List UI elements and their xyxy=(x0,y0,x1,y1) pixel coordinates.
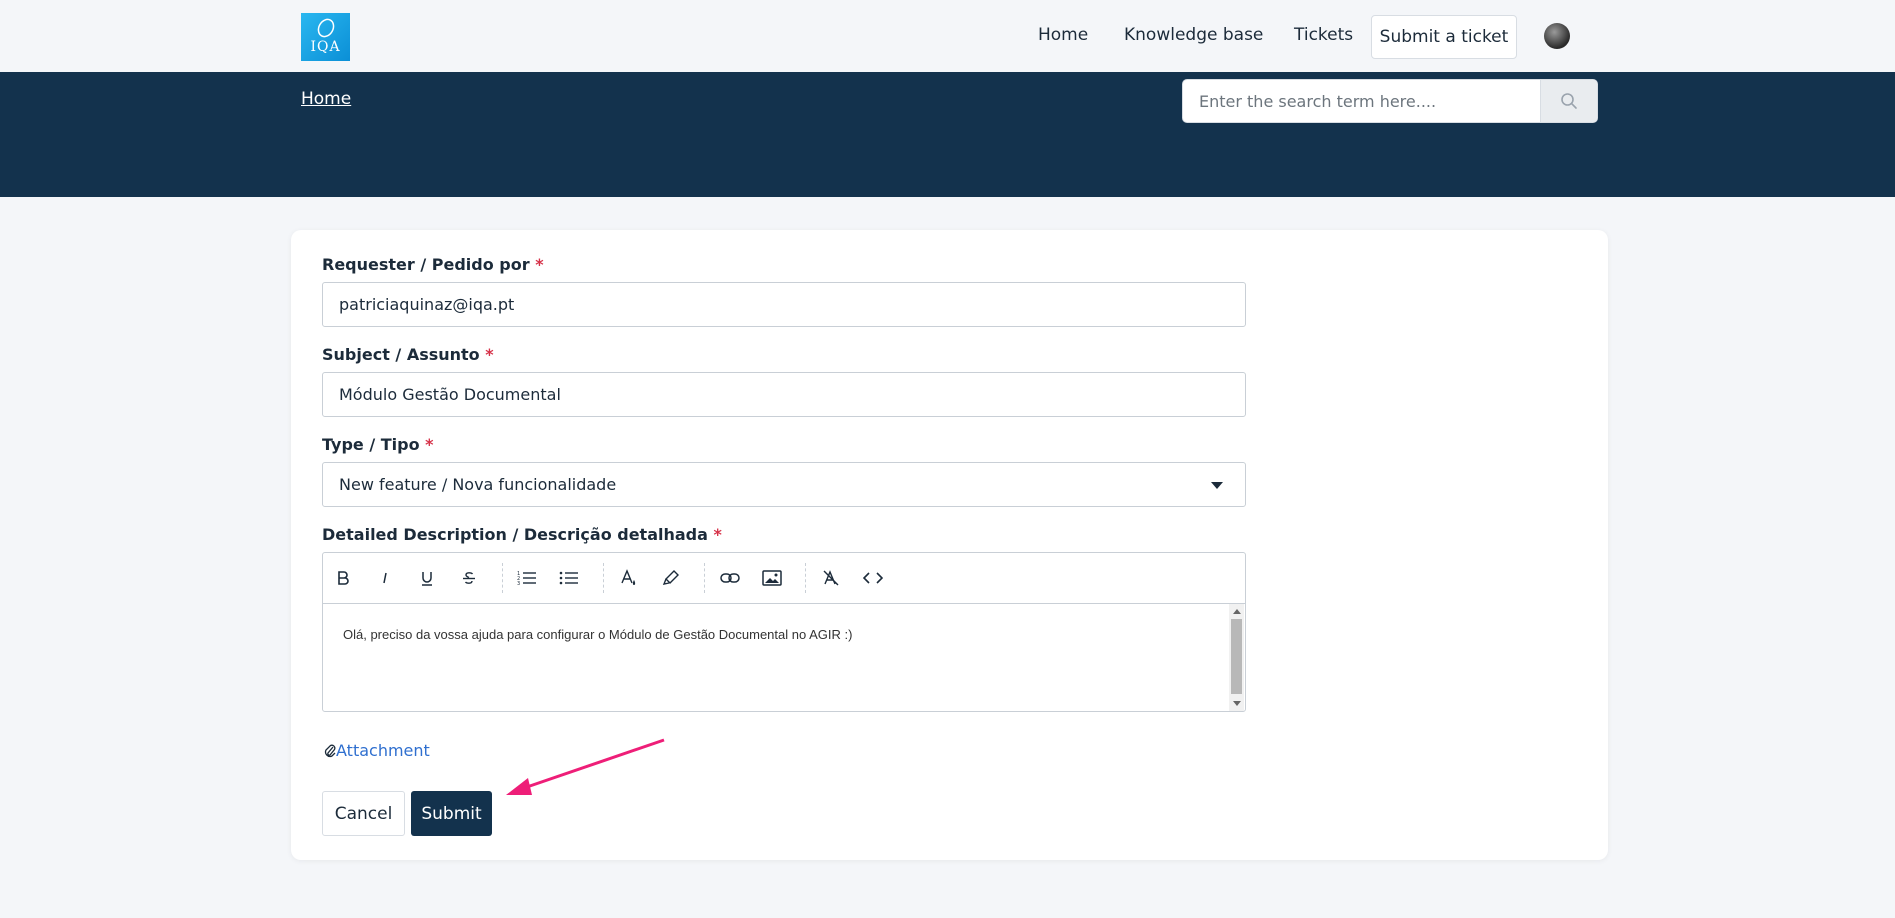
hero-banner: Home xyxy=(0,72,1895,197)
underline-icon xyxy=(422,572,432,586)
highlight-button[interactable] xyxy=(657,564,685,592)
editor-toolbar: 1 2 3 xyxy=(323,553,1245,604)
subject-label-text: Subject / Assunto xyxy=(322,345,480,364)
scrollbar-thumb[interactable] xyxy=(1231,619,1242,694)
rich-text-editor: 1 2 3 Olá, preciso da vossa ajuda para c… xyxy=(322,552,1246,712)
required-marker: * xyxy=(535,255,544,274)
type-select[interactable]: New feature / Nova funcionalidade xyxy=(322,462,1246,507)
bold-icon xyxy=(338,571,349,585)
attachment-label: Attachment xyxy=(336,741,430,760)
code-icon xyxy=(863,572,883,584)
toolbar-divider xyxy=(502,563,503,593)
top-navbar: IQA Home Knowledge base Tickets Submit a… xyxy=(0,0,1895,72)
attachment-link[interactable]: Attachment xyxy=(324,741,430,760)
bullet-list-icon xyxy=(559,571,578,585)
insert-image-button[interactable] xyxy=(758,564,786,592)
toolbar-divider xyxy=(805,563,806,593)
underline-button[interactable] xyxy=(413,564,441,592)
scroll-up-arrow-icon[interactable] xyxy=(1233,609,1241,614)
cancel-button[interactable]: Cancel xyxy=(322,791,405,836)
breadcrumb-home[interactable]: Home xyxy=(301,89,351,109)
bullet-list-button[interactable] xyxy=(555,564,583,592)
search-button[interactable] xyxy=(1540,80,1597,122)
code-view-button[interactable] xyxy=(859,564,887,592)
bold-button[interactable] xyxy=(329,564,357,592)
search-input[interactable] xyxy=(1183,80,1541,122)
nav-tickets-link[interactable]: Tickets xyxy=(1294,25,1353,45)
subject-field xyxy=(322,372,1246,417)
requester-field xyxy=(322,282,1246,327)
scroll-down-arrow-icon[interactable] xyxy=(1233,701,1241,706)
description-label: Detailed Description / Descrição detalha… xyxy=(322,525,722,544)
user-avatar[interactable] xyxy=(1544,23,1570,49)
requester-input[interactable] xyxy=(323,283,1245,326)
type-label: Type / Tipo * xyxy=(322,435,434,454)
iqa-logo[interactable]: IQA xyxy=(301,13,350,61)
subject-label: Subject / Assunto * xyxy=(322,345,494,364)
search-box xyxy=(1182,79,1598,123)
ordered-list-icon: 1 2 3 xyxy=(517,571,536,586)
chevron-down-icon xyxy=(1211,482,1223,489)
subject-input[interactable] xyxy=(323,373,1245,416)
highlighter-icon xyxy=(662,570,679,585)
paperclip-icon xyxy=(324,744,336,758)
editor-scrollbar[interactable] xyxy=(1229,604,1244,711)
required-marker: * xyxy=(425,435,434,454)
required-marker: * xyxy=(485,345,494,364)
image-icon xyxy=(762,570,782,586)
description-text: Olá, preciso da vossa ajuda para configu… xyxy=(343,627,853,642)
required-marker: * xyxy=(713,525,722,544)
nav-knowledge-base-link[interactable]: Knowledge base xyxy=(1124,25,1263,45)
description-label-text: Detailed Description / Descrição detalha… xyxy=(322,525,708,544)
italic-icon xyxy=(383,572,387,584)
requester-label: Requester / Pedido por * xyxy=(322,255,544,274)
italic-button[interactable] xyxy=(371,564,399,592)
type-selected-value: New feature / Nova funcionalidade xyxy=(339,475,617,494)
requester-label-text: Requester / Pedido por xyxy=(322,255,530,274)
text-color-icon xyxy=(621,569,636,585)
submit-ticket-button[interactable]: Submit a ticket xyxy=(1371,15,1517,59)
search-icon xyxy=(1561,93,1577,109)
ordered-list-button[interactable]: 1 2 3 xyxy=(513,564,541,592)
toolbar-divider xyxy=(603,563,604,593)
submit-button[interactable]: Submit xyxy=(411,791,492,836)
clear-formatting-icon xyxy=(823,570,839,586)
svg-text:3: 3 xyxy=(517,581,520,586)
strikethrough-button[interactable] xyxy=(455,564,483,592)
nav-home-link[interactable]: Home xyxy=(1038,25,1088,45)
insert-link-button[interactable] xyxy=(716,564,744,592)
text-color-button[interactable] xyxy=(615,564,643,592)
logo-text: IQA xyxy=(310,39,341,55)
strikethrough-icon xyxy=(463,572,475,584)
link-icon xyxy=(720,573,740,583)
editor-content-area[interactable]: Olá, preciso da vossa ajuda para configu… xyxy=(323,604,1228,711)
clear-formatting-button[interactable] xyxy=(817,564,845,592)
type-label-text: Type / Tipo xyxy=(322,435,420,454)
toolbar-divider xyxy=(704,563,705,593)
ticket-form-card: Requester / Pedido por * Subject / Assun… xyxy=(291,230,1608,860)
